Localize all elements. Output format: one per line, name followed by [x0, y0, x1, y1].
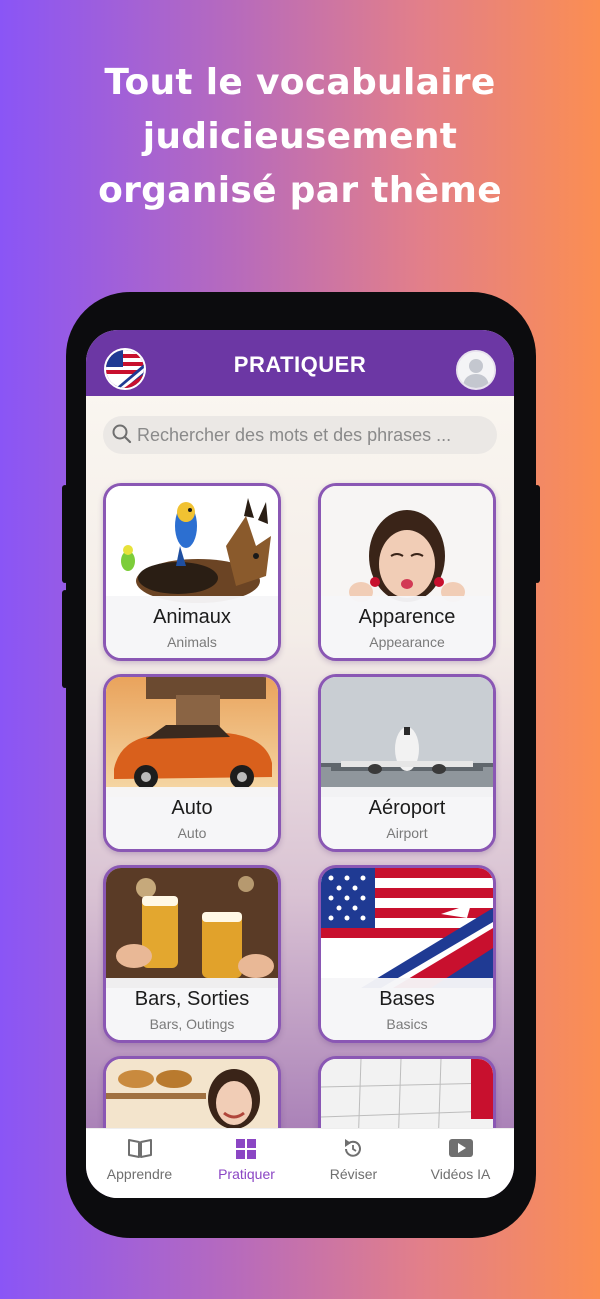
- tab-label: Réviser: [329, 1166, 378, 1182]
- card-label-area: Auto Auto: [106, 787, 278, 849]
- book-icon: [128, 1139, 152, 1158]
- auto-image: [106, 677, 278, 797]
- category-subtitle: Airport: [386, 825, 428, 841]
- category-title: Apparence: [358, 606, 456, 628]
- tab-label: Vidéos IA: [430, 1166, 491, 1182]
- tab-videos-ia[interactable]: Vidéos IA: [407, 1129, 514, 1198]
- tab-label: Apprendre: [106, 1166, 173, 1182]
- category-title: Animaux: [153, 606, 231, 628]
- category-subtitle: Basics: [386, 1016, 428, 1032]
- phone-side-button: [62, 485, 68, 583]
- category-card-animals[interactable]: Animaux Animals: [103, 483, 281, 661]
- refresh-icon: [345, 1139, 361, 1157]
- tab-pratiquer[interactable]: Pratiquer: [193, 1129, 300, 1198]
- card-label-area: Bases Basics: [321, 978, 493, 1040]
- tab-label: Pratiquer: [218, 1166, 275, 1182]
- category-card-bars[interactable]: Bars, Sorties Bars, Outings: [103, 865, 281, 1043]
- category-card-auto[interactable]: Auto Auto: [103, 674, 281, 852]
- category-card-airport[interactable]: Aéroport Airport: [318, 674, 496, 852]
- phone-side-button: [534, 485, 540, 583]
- category-subtitle: Animals: [167, 634, 217, 650]
- app-screen: PRATIQUER Rechercher des mots et des phr…: [86, 330, 514, 1198]
- tab-reviser[interactable]: Réviser: [300, 1129, 407, 1198]
- category-title: Auto: [171, 797, 213, 819]
- category-subtitle: Auto: [177, 825, 207, 841]
- category-subtitle: Bars, Outings: [149, 1016, 235, 1032]
- search-input[interactable]: [137, 416, 487, 454]
- headline-line-3: organisé par thème: [98, 170, 502, 211]
- headline-line-2: judicieusement: [142, 116, 458, 157]
- phone-side-button: [62, 590, 68, 688]
- play-icon: [449, 1139, 473, 1157]
- card-label-area: Aéroport Airport: [321, 787, 493, 849]
- profile-button[interactable]: [456, 350, 496, 390]
- appearance-image: [321, 486, 493, 606]
- search-bar[interactable]: [103, 416, 497, 454]
- category-title: Bars, Sorties: [134, 988, 250, 1010]
- grid-icon: [236, 1139, 256, 1159]
- basics-flag-image: [321, 868, 493, 988]
- category-card-basics[interactable]: Bases Basics: [318, 865, 496, 1043]
- card-label-area: Animaux Animals: [106, 596, 278, 658]
- category-card-appearance[interactable]: Apparence Appearance: [318, 483, 496, 661]
- bottom-tab-bar: Apprendre Pratiquer Réviser Vidéos IA: [86, 1128, 514, 1198]
- category-subtitle: Appearance: [369, 634, 445, 650]
- headline-line-1: Tout le vocabulaire: [104, 62, 496, 103]
- tab-apprendre[interactable]: Apprendre: [86, 1129, 193, 1198]
- airport-image: [321, 677, 493, 797]
- search-icon: [112, 424, 132, 444]
- page-title: PRATIQUER: [233, 352, 367, 377]
- app-header: PRATIQUER: [86, 330, 514, 396]
- promo-headline: Tout le vocabulaire judicieusement organ…: [0, 56, 600, 218]
- animals-image: [106, 486, 278, 606]
- card-label-area: Apparence Appearance: [321, 596, 493, 658]
- user-avatar-icon: [458, 352, 494, 388]
- bars-image: [106, 868, 278, 988]
- category-title: Bases: [379, 988, 435, 1010]
- card-label-area: Bars, Sorties Bars, Outings: [106, 978, 278, 1040]
- category-title: Aéroport: [368, 797, 446, 819]
